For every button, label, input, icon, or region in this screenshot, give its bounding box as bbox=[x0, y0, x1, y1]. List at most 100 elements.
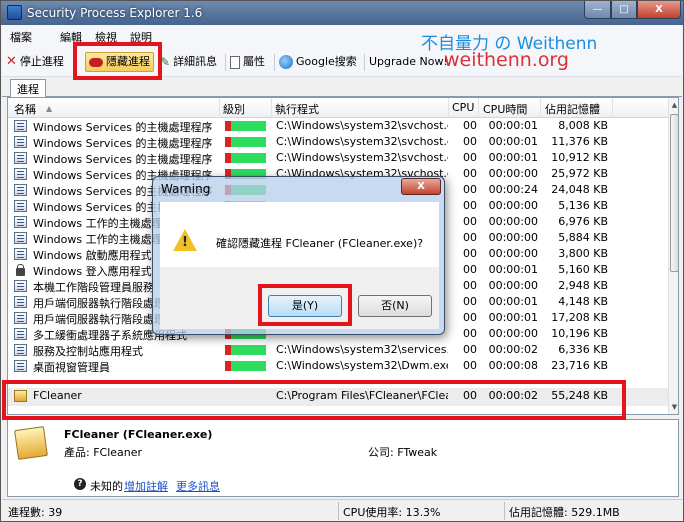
maximize-button[interactable]: □ bbox=[611, 1, 637, 19]
menu-help[interactable]: 說明 bbox=[130, 29, 152, 45]
level-bar bbox=[225, 121, 266, 131]
process-memory: 5,136 KB bbox=[558, 199, 608, 212]
table-row[interactable]: Windows Services 的主機處理程序 C:\Windows\syste… bbox=[8, 134, 668, 150]
close-button[interactable]: X bbox=[637, 1, 681, 19]
column-name[interactable]: 名稱 bbox=[14, 101, 36, 117]
process-cpu-time: 00:00:01 bbox=[488, 135, 538, 148]
process-cpu: 00 bbox=[463, 279, 477, 292]
selected-table-row[interactable]: FCleaner C:\Program Files\FCleaner\FClean… bbox=[8, 388, 668, 406]
scrollbar-thumb[interactable] bbox=[670, 114, 678, 272]
menu-edit[interactable]: 編輯 bbox=[60, 29, 82, 45]
process-memory: 4,148 KB bbox=[558, 295, 608, 308]
title-bar[interactable]: Security Process Explorer 1.6 — □ X bbox=[1, 1, 683, 25]
table-row[interactable]: Windows Services 的主機處理程序 C:\Windows\syste… bbox=[8, 118, 668, 134]
menu-view[interactable]: 檢視 bbox=[95, 29, 117, 45]
process-memory: 8,008 KB bbox=[558, 119, 608, 132]
process-cpu: 00 bbox=[463, 295, 477, 308]
window-icon bbox=[14, 184, 27, 196]
process-name: Windows Services 的主機處理程序 bbox=[33, 137, 213, 150]
column-level[interactable]: 級別 bbox=[223, 101, 245, 117]
process-memory: 55,248 KB bbox=[551, 389, 608, 402]
process-cpu-time: 00:00:01 bbox=[488, 263, 538, 276]
table-row[interactable]: 服務及控制站應用程式 C:\Windows\system32\services.e… bbox=[8, 342, 668, 358]
process-name: Windows Services 的主機處理程序 bbox=[33, 121, 213, 134]
window-icon bbox=[14, 312, 27, 324]
column-divider[interactable] bbox=[448, 98, 449, 118]
table-row[interactable]: Windows Services 的主機處理程序 C:\Windows\syste… bbox=[8, 150, 668, 166]
process-cpu-time: 00:00:01 bbox=[488, 295, 538, 308]
detail-product: 產品: FCleaner bbox=[64, 446, 143, 459]
column-divider[interactable] bbox=[540, 98, 541, 118]
window-icon bbox=[14, 248, 27, 260]
process-cpu: 00 bbox=[463, 263, 477, 276]
column-cpu-time[interactable]: CPU時間 bbox=[483, 101, 527, 117]
document-icon bbox=[230, 55, 240, 69]
process-name: Windows Services 的主機處理程序 bbox=[33, 153, 213, 166]
more-info-link[interactable]: 更多訊息 bbox=[176, 478, 220, 494]
no-button[interactable]: 否(N) bbox=[358, 295, 432, 317]
watermark-url: weithenn.org bbox=[444, 49, 569, 71]
process-memory: 25,972 KB bbox=[551, 167, 608, 180]
column-path[interactable]: 執行程式 bbox=[275, 101, 319, 117]
process-memory: 17,208 KB bbox=[551, 311, 608, 324]
minimize-button[interactable]: — bbox=[584, 1, 611, 19]
column-divider[interactable] bbox=[219, 98, 220, 118]
hide-process-label: 隱藏進程 bbox=[106, 55, 150, 68]
stop-process-button[interactable]: ✕ 停止進程 bbox=[6, 52, 64, 72]
process-memory: 24,048 KB bbox=[551, 183, 608, 196]
status-memory-usage: 佔用記憶體: 529.1MB bbox=[509, 506, 620, 519]
properties-button[interactable]: 屬性 bbox=[230, 52, 265, 72]
vertical-scrollbar[interactable]: ▲ ▼ bbox=[668, 98, 678, 414]
table-row[interactable]: 桌面視窗管理員 C:\Windows\system32\Dwm.exe 00 00:0… bbox=[8, 358, 668, 374]
process-path: C:\Windows\system32\svchost.exe bbox=[276, 135, 448, 148]
column-memory[interactable]: 佔用記憶體 bbox=[545, 101, 600, 117]
column-divider[interactable] bbox=[478, 98, 479, 118]
window-icon bbox=[14, 328, 27, 340]
process-memory: 11,376 KB bbox=[551, 135, 608, 148]
add-comment-link[interactable]: 增加註解 bbox=[124, 478, 168, 494]
menu-file[interactable]: 檔案 bbox=[10, 29, 32, 45]
scroll-up-arrow-icon[interactable]: ▲ bbox=[669, 98, 678, 112]
app-icon bbox=[7, 5, 22, 20]
process-cpu: 00 bbox=[463, 151, 477, 164]
level-bar bbox=[225, 361, 266, 371]
window-icon bbox=[14, 344, 27, 356]
process-cpu-time: 00:00:00 bbox=[488, 167, 538, 180]
window-icon bbox=[14, 168, 27, 180]
process-cpu: 00 bbox=[463, 167, 477, 180]
stop-x-icon: ✕ bbox=[6, 54, 17, 69]
process-cpu: 00 bbox=[463, 183, 477, 196]
process-cpu-time: 00:00:00 bbox=[488, 231, 538, 244]
google-search-label: Google搜索 bbox=[296, 55, 357, 68]
process-memory: 2,948 KB bbox=[558, 279, 608, 292]
process-path: C:\Windows\system32\Dwm.exe bbox=[276, 359, 448, 372]
window-icon bbox=[14, 152, 27, 164]
scroll-down-arrow-icon[interactable]: ▼ bbox=[669, 400, 678, 414]
process-cpu-time: 00:00:02 bbox=[488, 343, 538, 356]
fcleaner-icon bbox=[14, 390, 27, 402]
status-process-count: 進程數: 39 bbox=[8, 506, 63, 519]
window-icon bbox=[14, 360, 27, 372]
detail-unknown: 未知的 bbox=[90, 480, 123, 493]
details-button[interactable]: ✎ 詳細訊息 bbox=[160, 52, 217, 72]
tab-processes[interactable]: 進程 bbox=[10, 79, 46, 98]
yes-button[interactable]: 是(Y) bbox=[268, 295, 342, 317]
column-cpu[interactable]: CPU bbox=[452, 101, 474, 114]
column-divider[interactable] bbox=[612, 98, 613, 118]
google-search-button[interactable]: Google搜索 bbox=[279, 52, 357, 72]
window-icon bbox=[14, 232, 27, 244]
hide-process-button[interactable]: 隱藏進程 bbox=[85, 52, 154, 72]
process-cpu: 00 bbox=[463, 327, 477, 340]
dialog-close-button[interactable]: X bbox=[401, 178, 441, 195]
column-divider[interactable] bbox=[271, 98, 272, 118]
process-cpu-time: 00:00:00 bbox=[488, 247, 538, 260]
list-header: 名稱 ▲ 級別 執行程式 CPU CPU時間 佔用記憶體 bbox=[8, 98, 668, 118]
level-bar bbox=[225, 345, 266, 355]
upgrade-button[interactable]: Upgrade Now! bbox=[369, 52, 448, 72]
process-cpu-time: 00:00:01 bbox=[488, 311, 538, 324]
status-divider bbox=[504, 502, 505, 520]
window-icon bbox=[14, 280, 27, 292]
process-cpu-time: 00:00:00 bbox=[488, 327, 538, 340]
process-cpu: 00 bbox=[463, 311, 477, 324]
ie-globe-icon bbox=[279, 55, 293, 69]
